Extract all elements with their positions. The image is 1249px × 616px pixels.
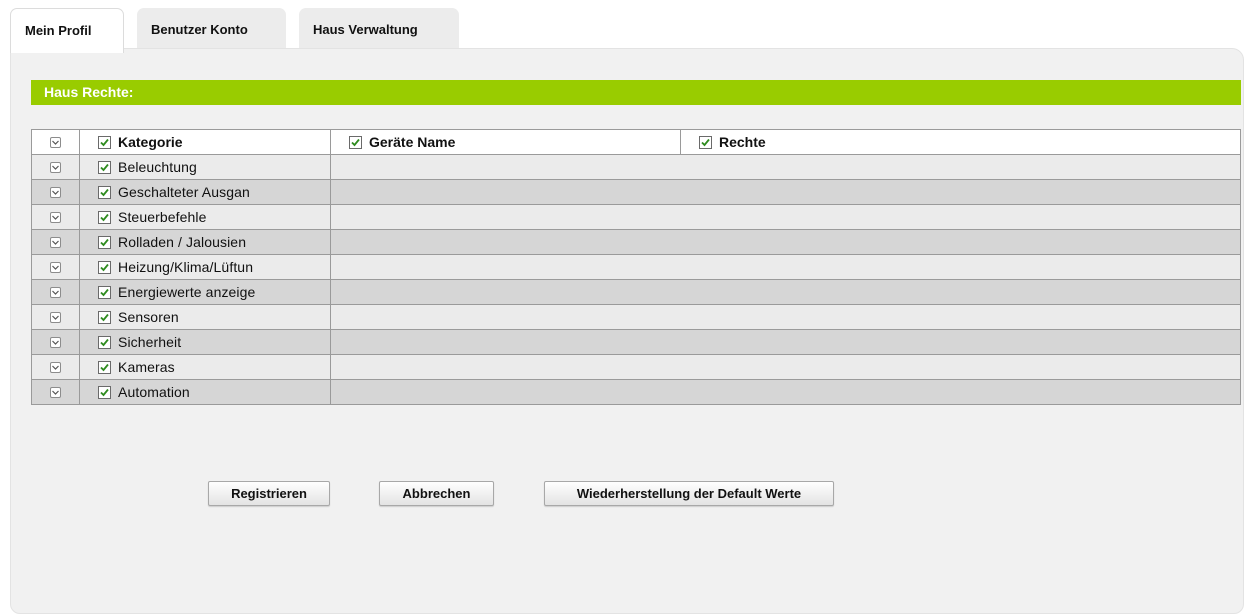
- chevron-down-icon[interactable]: [50, 211, 61, 223]
- row-device-cell: [330, 254, 1241, 280]
- row-category-label: Energiewerte anzeige: [118, 284, 256, 300]
- row-category-label: Beleuchtung: [118, 159, 197, 175]
- checkbox-checked-icon[interactable]: [98, 385, 111, 399]
- row-category-cell: Geschalteter Ausgan: [79, 179, 331, 205]
- checkbox-checked-icon[interactable]: [98, 360, 111, 374]
- checkbox-checked-icon[interactable]: [98, 260, 111, 274]
- row-category-label: Rolladen / Jalousien: [118, 234, 247, 250]
- row-category-cell: Rolladen / Jalousien: [79, 229, 331, 255]
- cancel-button[interactable]: Abbrechen: [379, 481, 494, 506]
- tab-bar: Mein Profil Benutzer Konto Haus Verwaltu…: [10, 8, 472, 53]
- chevron-down-icon[interactable]: [50, 286, 61, 298]
- table-row: Sicherheit: [31, 329, 1241, 355]
- chevron-down-icon[interactable]: [50, 261, 61, 273]
- row-category-cell: Energiewerte anzeige: [79, 279, 331, 305]
- header-rights-label: Rechte: [719, 134, 766, 150]
- chevron-down-icon[interactable]: [50, 186, 61, 198]
- row-category-cell: Sicherheit: [79, 329, 331, 355]
- row-expand-cell: [31, 179, 80, 205]
- table-row: Steuerbefehle: [31, 204, 1241, 230]
- row-category-label: Automation: [118, 384, 190, 400]
- page: Mein Profil Benutzer Konto Haus Verwaltu…: [0, 0, 1249, 616]
- row-device-cell: [330, 204, 1241, 230]
- row-expand-cell: [31, 379, 80, 405]
- header-expand-cell: [31, 129, 80, 155]
- checkbox-checked-icon[interactable]: [98, 235, 111, 249]
- row-category-label: Sensoren: [118, 309, 179, 325]
- checkbox-checked-icon[interactable]: [98, 335, 111, 349]
- checkbox-checked-icon[interactable]: [98, 185, 111, 199]
- checkbox-checked-icon[interactable]: [98, 310, 111, 324]
- chevron-down-icon[interactable]: [50, 161, 61, 173]
- section-title: Haus Rechte:: [31, 80, 1241, 105]
- header-category-label: Kategorie: [118, 134, 183, 150]
- checkbox-checked-icon[interactable]: [98, 210, 111, 224]
- row-expand-cell: [31, 204, 80, 230]
- content-panel: Haus Rechte: Kategorie Geräte Name Recht…: [10, 48, 1244, 614]
- row-device-cell: [330, 229, 1241, 255]
- row-device-cell: [330, 354, 1241, 380]
- table-row: Automation: [31, 379, 1241, 405]
- checkbox-checked-icon[interactable]: [98, 160, 111, 174]
- row-expand-cell: [31, 354, 80, 380]
- row-category-cell: Kameras: [79, 354, 331, 380]
- row-expand-cell: [31, 279, 80, 305]
- row-category-label: Kameras: [118, 359, 175, 375]
- row-device-cell: [330, 329, 1241, 355]
- header-rights: Rechte: [680, 129, 1241, 155]
- row-device-cell: [330, 304, 1241, 330]
- table-row: Rolladen / Jalousien: [31, 229, 1241, 255]
- checkbox-checked-icon[interactable]: [349, 135, 362, 149]
- chevron-down-icon[interactable]: [50, 361, 61, 373]
- row-expand-cell: [31, 154, 80, 180]
- row-category-cell: Steuerbefehle: [79, 204, 331, 230]
- chevron-down-icon[interactable]: [50, 311, 61, 323]
- tab-haus-verwaltung[interactable]: Haus Verwaltung: [299, 8, 459, 48]
- table-row: Kameras: [31, 354, 1241, 380]
- row-expand-cell: [31, 304, 80, 330]
- row-expand-cell: [31, 229, 80, 255]
- table-row: Energiewerte anzeige: [31, 279, 1241, 305]
- row-device-cell: [330, 379, 1241, 405]
- row-expand-cell: [31, 254, 80, 280]
- tab-mein-profil[interactable]: Mein Profil: [10, 8, 124, 53]
- row-category-label: Heizung/Klima/Lüftun: [118, 259, 254, 275]
- table-row: Beleuchtung: [31, 154, 1241, 180]
- register-button[interactable]: Registrieren: [208, 481, 330, 506]
- tab-benutzer-konto[interactable]: Benutzer Konto: [137, 8, 286, 48]
- row-category-label: Sicherheit: [118, 334, 182, 350]
- header-device-name: Geräte Name: [330, 129, 681, 155]
- reset-defaults-button[interactable]: Wiederherstellung der Default Werte: [544, 481, 834, 506]
- chevron-down-icon[interactable]: [50, 136, 61, 148]
- chevron-down-icon[interactable]: [50, 336, 61, 348]
- table-row: Geschalteter Ausgan: [31, 179, 1241, 205]
- row-expand-cell: [31, 329, 80, 355]
- row-category-cell: Beleuchtung: [79, 154, 331, 180]
- row-device-cell: [330, 279, 1241, 305]
- chevron-down-icon[interactable]: [50, 386, 61, 398]
- chevron-down-icon[interactable]: [50, 236, 61, 248]
- table-header-row: Kategorie Geräte Name Rechte: [31, 129, 1241, 155]
- row-category-cell: Heizung/Klima/Lüftun: [79, 254, 331, 280]
- row-category-label: Steuerbefehle: [118, 209, 207, 225]
- rights-table: Kategorie Geräte Name Rechte Beleuchtung…: [31, 129, 1241, 405]
- row-device-cell: [330, 154, 1241, 180]
- row-category-cell: Automation: [79, 379, 331, 405]
- checkbox-checked-icon[interactable]: [98, 135, 111, 149]
- checkbox-checked-icon[interactable]: [699, 135, 712, 149]
- header-device-name-label: Geräte Name: [369, 134, 456, 150]
- row-category-label: Geschalteter Ausgan: [118, 184, 250, 200]
- table-row: Sensoren: [31, 304, 1241, 330]
- table-row: Heizung/Klima/Lüftun: [31, 254, 1241, 280]
- header-category: Kategorie: [79, 129, 331, 155]
- row-device-cell: [330, 179, 1241, 205]
- row-category-cell: Sensoren: [79, 304, 331, 330]
- checkbox-checked-icon[interactable]: [98, 285, 111, 299]
